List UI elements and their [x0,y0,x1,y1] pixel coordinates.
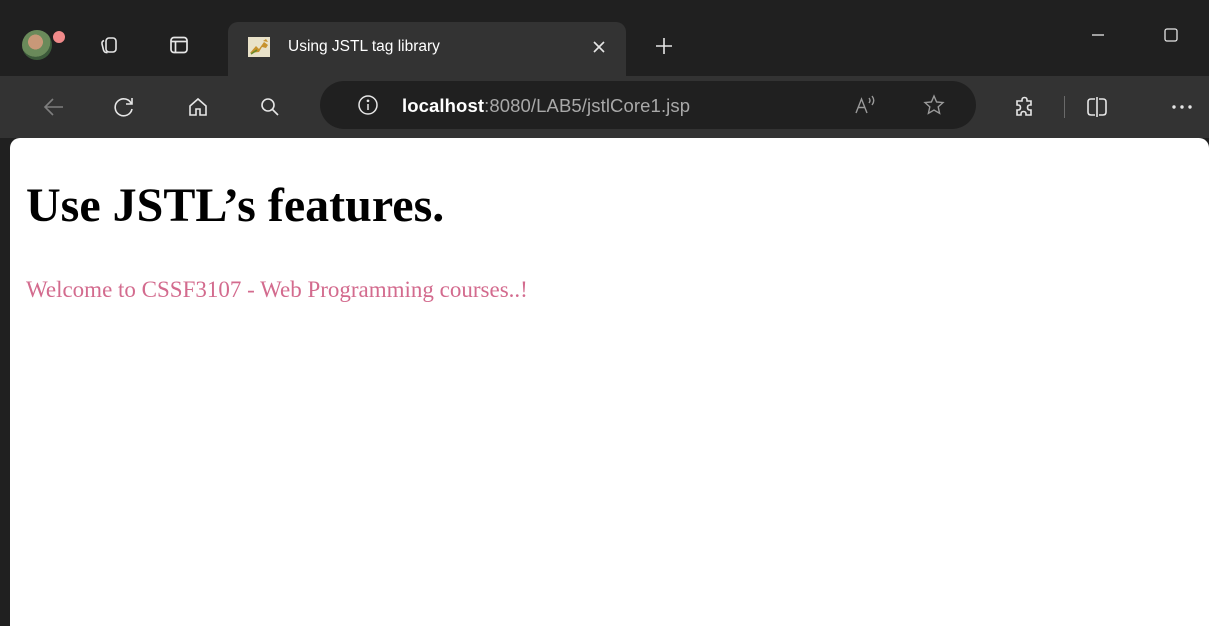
back-arrow-icon[interactable] [40,93,68,121]
browser-toolbar: localhost:8080/LAB5/jstlCore1.jsp [0,76,1209,138]
profile-avatar[interactable] [22,30,52,60]
tomcat-favicon-icon [248,37,270,57]
url-host: localhost [402,95,485,116]
search-icon[interactable] [256,93,284,121]
page-viewport: Use JSTL’s features. Welcome to CSSF3107… [10,138,1209,626]
star-icon[interactable] [920,91,948,119]
url-path: :8080/LAB5/jstlCore1.jsp [484,95,691,116]
extensions-icon[interactable] [1011,93,1039,121]
tab-actions-icon[interactable] [166,32,192,58]
workspaces-icon[interactable] [96,32,122,58]
tab-title: Using JSTL tag library [288,38,440,55]
tab-active[interactable]: Using JSTL tag library [228,22,626,76]
toolbar-divider [1064,96,1065,118]
page-heading: Use JSTL’s features. [26,179,445,232]
split-screen-icon[interactable] [1083,93,1111,121]
maximize-icon[interactable] [1156,20,1186,50]
refresh-icon[interactable] [110,93,138,121]
close-icon[interactable] [588,36,610,58]
url-text[interactable]: localhost:8080/LAB5/jstlCore1.jsp [402,95,690,117]
profile-notification-dot [51,29,67,45]
more-icon[interactable] [1168,93,1196,121]
welcome-message: Welcome to CSSF3107 - Web Programming co… [26,277,528,302]
address-bar[interactable]: localhost:8080/LAB5/jstlCore1.jsp [320,81,976,129]
info-icon[interactable] [354,91,382,119]
home-icon[interactable] [184,93,212,121]
minimize-icon[interactable] [1083,20,1113,50]
plus-icon[interactable] [650,32,678,60]
read-aloud-icon[interactable] [852,91,880,119]
title-bar: Using JSTL tag library [0,0,1209,76]
